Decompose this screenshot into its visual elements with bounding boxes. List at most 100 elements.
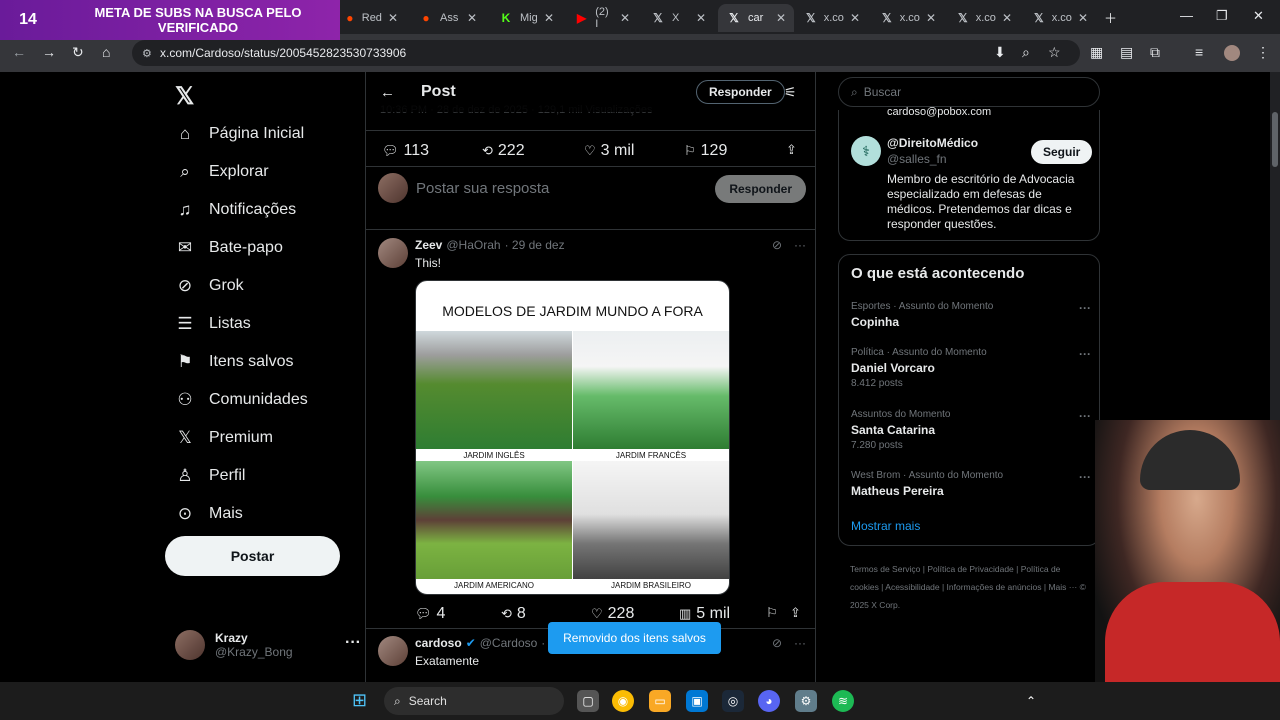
views-action[interactable]: ▥ 5 mil	[679, 605, 730, 623]
follow-button[interactable]: Seguir	[1031, 140, 1093, 164]
close-window-icon[interactable]: ✕	[1253, 8, 1264, 24]
more-dots-icon[interactable]: ···	[794, 636, 806, 650]
close-icon[interactable]: ✕	[544, 11, 554, 25]
browser-tab[interactable]: K Mig ✕	[490, 4, 562, 32]
menu-icon[interactable]: ⋮	[1256, 44, 1270, 61]
repost-action[interactable]: ⟲ 222	[482, 142, 525, 160]
grok-icon[interactable]: ⊘	[772, 238, 782, 252]
sidebar-item-more[interactable]: ⊙ Mais	[175, 504, 243, 524]
footer-links[interactable]: Termos de Serviço | Política de Privacid…	[850, 560, 1090, 614]
bookmark-star-icon[interactable]: ☆	[1048, 44, 1061, 61]
tweet-date[interactable]: · 29 de dez	[505, 238, 565, 252]
more-dots-icon[interactable]: ···	[1079, 409, 1091, 423]
windows-start-icon[interactable]: ⊞	[352, 690, 367, 711]
sidebar-item-bookmarks[interactable]: ⚑ Itens salvos	[175, 352, 293, 372]
browser-tab-active[interactable]: 𝕏car ✕	[718, 4, 794, 32]
back-arrow-icon[interactable]: ←	[380, 84, 395, 101]
file-explorer-icon[interactable]: ▭	[649, 690, 671, 712]
trend-item[interactable]: Esportes · Assunto do Momento Copinha ··…	[851, 301, 1091, 329]
media-icon[interactable]: ≡	[1195, 44, 1203, 60]
author-name[interactable]: Zeev	[415, 238, 442, 252]
sidebar-item-communities[interactable]: ⚇ Comunidades	[175, 390, 307, 410]
sidebar-item-home[interactable]: ⌂ Página Inicial	[175, 124, 304, 144]
browser-tab[interactable]: ▶ (2) I ✕	[566, 4, 638, 32]
trend-item[interactable]: Assuntos do Momento Santa Catarina 7.280…	[851, 409, 1091, 451]
reload-icon[interactable]: ↻	[72, 44, 84, 61]
task-view-icon[interactable]: ▢	[577, 690, 599, 712]
profile-avatar[interactable]	[1224, 45, 1240, 61]
suggestion-handle[interactable]: @salles_fn	[887, 152, 947, 166]
sidebar-item-profile[interactable]: ♙ Perfil	[175, 466, 245, 486]
sidebar-item-premium[interactable]: 𝕏 Premium	[175, 428, 273, 448]
discord-icon[interactable]: ◕	[758, 690, 780, 712]
browser-tab[interactable]: 𝕏x.co ✕	[872, 4, 944, 32]
settings-icon[interactable]: ⚙	[795, 690, 817, 712]
install-icon[interactable]: ⬇	[994, 44, 1006, 61]
author-handle[interactable]: @Cardoso	[480, 636, 538, 650]
bookmark-action[interactable]: ⚐	[766, 605, 778, 621]
browser-tab[interactable]: 𝕏 X ✕	[642, 4, 714, 32]
extensions-puzzle-icon[interactable]: ⧉	[1150, 44, 1160, 61]
scrollbar-thumb[interactable]	[1272, 112, 1278, 167]
extension-icon[interactable]: ▦	[1090, 44, 1103, 61]
taskbar-search[interactable]: ⌕ Search	[384, 687, 564, 715]
trend-item[interactable]: Política · Assunto do Momento Daniel Vor…	[851, 347, 1091, 389]
reply-submit-button[interactable]: Responder	[715, 175, 806, 203]
avatar[interactable]: ⚕	[851, 136, 881, 166]
browser-tab[interactable]: 𝕏x.co ✕	[1024, 4, 1096, 32]
post-button[interactable]: Postar	[165, 536, 340, 576]
close-icon[interactable]: ✕	[467, 11, 477, 25]
filter-icon[interactable]: ⚟	[784, 84, 797, 101]
author-handle[interactable]: @HaOrah	[446, 238, 500, 252]
like-action[interactable]: ♡ 3 mil	[584, 142, 634, 160]
suggestion-name[interactable]: @DireitoMédico	[887, 136, 978, 150]
trend-item[interactable]: West Brom · Assunto do Momento Matheus P…	[851, 470, 1091, 498]
back-icon[interactable]: ←	[12, 44, 26, 60]
close-icon[interactable]: ✕	[696, 11, 706, 25]
reply-action[interactable]: 💬︎ 4	[415, 605, 445, 623]
browser-tab[interactable]: ● Red ✕	[336, 4, 406, 32]
spotify-icon[interactable]: ≋	[832, 690, 854, 712]
browser-tab[interactable]: ● Ass ✕	[410, 4, 485, 32]
sidebar-item-lists[interactable]: ☰ Listas	[175, 314, 250, 334]
show-more-link[interactable]: Mostrar mais	[851, 519, 920, 533]
close-icon[interactable]: ✕	[776, 11, 786, 25]
x-logo-icon[interactable]: 𝕏	[175, 82, 194, 111]
author-name[interactable]: cardoso	[415, 636, 462, 650]
search-input[interactable]: ⌕ Buscar	[838, 77, 1100, 107]
close-icon[interactable]: ✕	[388, 11, 398, 25]
sidebar-item-chat[interactable]: ✉ Bate-papo	[175, 238, 283, 258]
sidebar-item-notifications[interactable]: ♫ Notificações	[175, 200, 297, 220]
share-action[interactable]: ⇪	[786, 142, 797, 158]
zoom-icon[interactable]: ⌕	[1022, 44, 1030, 61]
steam-icon[interactable]: ◎	[722, 690, 744, 712]
close-icon[interactable]: ✕	[1002, 11, 1012, 25]
more-dots-icon[interactable]: ···	[1079, 347, 1091, 361]
close-icon[interactable]: ✕	[926, 11, 936, 25]
grok-icon[interactable]: ⊘	[772, 636, 782, 650]
close-icon[interactable]: ✕	[1078, 11, 1088, 25]
more-dots-icon[interactable]: ···	[345, 634, 361, 652]
forward-icon[interactable]: →	[42, 44, 56, 60]
close-icon[interactable]: ✕	[620, 11, 630, 25]
tweet-image[interactable]: MODELOS DE JARDIM MUNDO A FORA JARDIM IN…	[415, 280, 730, 595]
site-info-icon[interactable]: ⚙	[142, 47, 152, 60]
more-dots-icon[interactable]: ···	[1079, 301, 1091, 315]
bookmark-action[interactable]: ⚐ 129	[684, 142, 727, 160]
sidebar-item-grok[interactable]: ⊘ Grok	[175, 276, 244, 296]
tray-chevron-icon[interactable]: ⌃	[1020, 690, 1042, 712]
close-icon[interactable]: ✕	[850, 11, 860, 25]
browser-tab[interactable]: 𝕏x.co ✕	[948, 4, 1020, 32]
header-reply-button[interactable]: Responder	[696, 80, 785, 104]
maximize-icon[interactable]: ❐	[1216, 8, 1228, 24]
store-icon[interactable]: ▣	[686, 690, 708, 712]
more-dots-icon[interactable]: ···	[1079, 470, 1091, 484]
address-bar[interactable]: ⚙ x.com/Cardoso/status/20054528235307339…	[132, 40, 1080, 66]
chrome-icon[interactable]: ◉	[612, 690, 634, 712]
more-dots-icon[interactable]: ···	[794, 238, 806, 252]
minimize-icon[interactable]: —	[1180, 8, 1193, 23]
home-page-icon[interactable]: ⌂	[102, 44, 110, 60]
reply-action[interactable]: 💬︎ 113	[382, 142, 429, 160]
new-tab-icon[interactable]: ＋	[1104, 8, 1117, 27]
browser-tab[interactable]: 𝕏x.co ✕	[796, 4, 868, 32]
